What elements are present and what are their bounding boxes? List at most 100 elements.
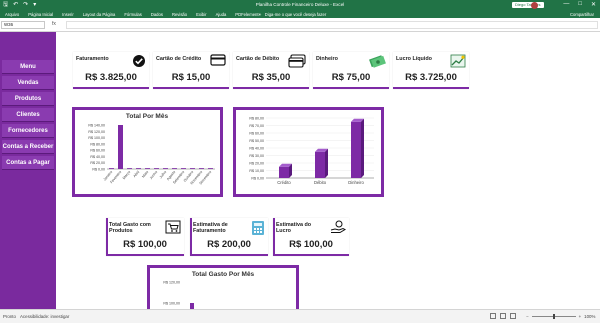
bar (351, 121, 361, 178)
card-value: R$ 3.825,00 (85, 72, 137, 83)
card-faturamento: Faturamento R$ 3.825,00 (73, 52, 149, 89)
chart-title: Total Por Mês (126, 113, 169, 120)
page-break-view-icon[interactable] (510, 313, 516, 319)
y-tick-label: R$ 50,00 (249, 139, 264, 143)
zoom-out-icon[interactable]: − (526, 314, 529, 319)
x-tick-label: Dinheiro (348, 180, 364, 185)
card-value: R$ 75,00 (331, 72, 371, 83)
ribbon: Arquivo Página Inicial Inserir Layout da… (0, 10, 600, 18)
worksheet[interactable]: Menu Vendas Produtos Clientes Fornecedor… (0, 32, 600, 315)
x-tick-label: Junho (149, 170, 158, 180)
normal-view-icon[interactable] (490, 313, 496, 319)
chart-title: Total Gasto Por Mês (192, 271, 255, 278)
sidebar-item-menu[interactable]: Menu (2, 60, 54, 74)
profit-chart-icon (450, 54, 466, 68)
card-estimativa-faturamento: Estimativa de Faturamento R$ 200,00 (190, 218, 268, 256)
tab-dados[interactable]: Dados (151, 12, 163, 17)
y-tick-label: R$ 20,00 (90, 161, 105, 165)
tell-me-box[interactable]: ☀ Diga-me o que você deseja fazer (258, 12, 326, 17)
sidebar-item-fornecedores[interactable]: Fornecedores (2, 124, 54, 138)
cash-icon (369, 55, 386, 68)
card-label: Dinheiro (316, 56, 338, 62)
tab-layout[interactable]: Layout da Página (83, 12, 116, 17)
y-tick-label: R$ 80,00 (90, 142, 105, 146)
chart-svg: Total Por Mês R$ 0,00 R$ 20,00 R$ 40,00 R$ 6… (88, 113, 215, 185)
cart-icon (165, 220, 181, 234)
card-value: R$ 35,00 (251, 72, 291, 83)
card-dinheiro: Dinheiro R$ 75,00 (313, 52, 389, 89)
chart-svg: Total Gasto Por Mês R$ 100,00 R$ 120,00 (163, 271, 255, 312)
card-label: Estimativa de Faturamento (193, 222, 228, 234)
tab-ajuda[interactable]: Ajuda (216, 12, 227, 17)
y-tick-label: R$ 40,00 (249, 147, 264, 151)
x-tick-label: Abril (133, 170, 141, 178)
accessibility-status[interactable]: Acessibilidade: investigar (20, 314, 69, 319)
sidebar-item-contas-pagar[interactable]: Contas a Pagar (2, 156, 54, 170)
card-value: R$ 200,00 (207, 239, 251, 250)
calculator-icon (252, 221, 264, 235)
debit-card-icon (288, 54, 306, 68)
view-buttons (490, 313, 516, 319)
y-tick-label: R$ 100,00 (163, 302, 180, 306)
avatar[interactable] (531, 1, 538, 9)
bar (118, 125, 123, 169)
chart-formas-pagamento: R$ 0,00 R$ 10,00 R$ 20,00 R$ 30,00 R$ 40,00 R… (233, 107, 384, 197)
card-label: Total Gasto com Produtos (109, 222, 151, 234)
y-tick-label: R$ 10,00 (249, 169, 264, 173)
y-tick-label: R$ 80,00 (249, 117, 264, 121)
card-debito: Cartão de Débito R$ 35,00 (233, 52, 309, 89)
lightbulb-icon: ☀ (258, 11, 262, 17)
tab-inserir[interactable]: Inserir (62, 12, 74, 17)
maximize-icon[interactable]: □ (578, 1, 582, 8)
bar-side (325, 148, 328, 178)
card-gasto-produtos: Total Gasto com Produtos R$ 100,00 (106, 218, 184, 256)
card-label: Estimativa do Lucro (276, 222, 312, 234)
formula-bar: W36 fx (0, 18, 600, 32)
tab-arquivo[interactable]: Arquivo (5, 12, 19, 17)
y-tick-label: R$ 0,00 (251, 177, 264, 181)
y-tick-label: R$ 120,00 (88, 130, 105, 134)
y-tick-label: R$ 60,00 (249, 132, 264, 136)
share-button[interactable]: Compartilhar (570, 12, 594, 17)
zoom-control: − + 100% (526, 314, 595, 319)
y-tick-label: R$ 40,00 (90, 155, 105, 159)
bar (315, 151, 325, 178)
y-tick-label: R$ 140,00 (88, 124, 105, 128)
sidebar-item-clientes[interactable]: Clientes (2, 108, 54, 122)
bar-side (361, 118, 364, 178)
zoom-slider[interactable] (531, 314, 576, 319)
name-box[interactable]: W36 (1, 21, 45, 29)
credit-card-icon (210, 54, 226, 66)
zoom-in-icon[interactable]: + (579, 314, 582, 319)
card-value: R$ 100,00 (289, 239, 333, 250)
close-icon[interactable]: ✕ (591, 1, 596, 8)
zoom-level[interactable]: 100% (584, 314, 595, 319)
y-tick-label: R$ 0,00 (92, 168, 105, 172)
tab-pdfelement[interactable]: PDFelement (235, 12, 258, 17)
window-controls: — □ ✕ (563, 1, 596, 8)
card-lucro: Lucro Líquido R$ 3.725,00 (393, 52, 469, 89)
tab-pagina-inicial[interactable]: Página Inicial (28, 12, 53, 17)
tab-revisao[interactable]: Revisão (172, 12, 187, 17)
fx-icon[interactable]: fx (52, 21, 56, 27)
sidebar-item-contas-receber[interactable]: Contas a Receber (2, 140, 54, 154)
chart-svg: R$ 0,00 R$ 10,00 R$ 20,00 R$ 30,00 R$ 40,00 R… (249, 117, 374, 185)
tab-formulas[interactable]: Fórmulas (124, 12, 141, 17)
status-text: Pronto (3, 314, 16, 319)
zoom-slider-thumb[interactable] (552, 314, 555, 319)
hand-money-icon (330, 220, 346, 233)
card-label: Cartão de Débito (236, 56, 280, 62)
sidebar-item-vendas[interactable]: Vendas (2, 76, 54, 90)
chart-total-gasto-por-mes: Total Gasto Por Mês R$ 100,00 R$ 120,00 (147, 265, 299, 315)
x-tick-label: Março (122, 170, 131, 180)
sidebar-item-produtos[interactable]: Produtos (2, 92, 54, 106)
tell-me-text: Diga-me o que você deseja fazer (264, 11, 327, 17)
card-value: R$ 15,00 (171, 72, 211, 83)
minimize-icon[interactable]: — (563, 1, 569, 8)
tab-exibir[interactable]: Exibir (196, 12, 206, 17)
page-layout-view-icon[interactable] (500, 313, 506, 319)
y-tick-label: R$ 30,00 (249, 154, 264, 158)
y-tick-label: R$ 120,00 (163, 281, 180, 285)
user-name[interactable]: Diego Tavares (512, 2, 544, 8)
formula-input[interactable] (66, 21, 598, 29)
